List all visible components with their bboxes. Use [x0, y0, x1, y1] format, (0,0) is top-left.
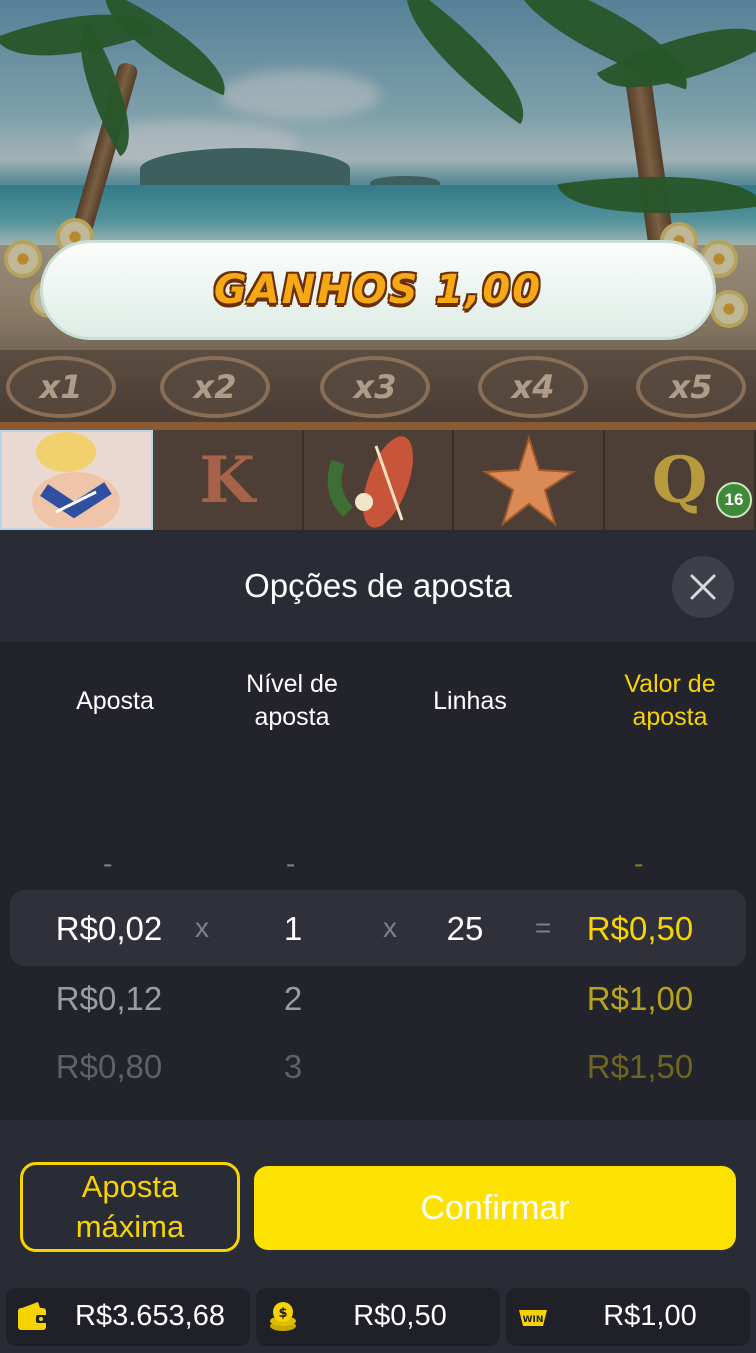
- wallet-icon: [18, 1302, 48, 1330]
- max-bet-button[interactable]: Aposta máxima: [20, 1162, 240, 1252]
- confirm-button[interactable]: Confirmar: [254, 1166, 736, 1250]
- panel-header: Opções de aposta: [0, 530, 756, 642]
- close-button[interactable]: [672, 556, 734, 618]
- bet-options-panel: Opções de aposta Aposta Nível de aposta …: [0, 530, 756, 1353]
- selected-total-value: R$0,50: [586, 910, 694, 947]
- option-total-value: R$1,00: [586, 980, 694, 1017]
- selected-lines-value: 25: [446, 910, 484, 947]
- option-bet-value[interactable]: R$0,12: [56, 980, 162, 1018]
- multiply-sign: x: [383, 912, 397, 943]
- placeholder-dash: -: [634, 848, 644, 879]
- win-value: R$1,00: [603, 1300, 697, 1332]
- q-symbol-icon: Q: [651, 442, 708, 518]
- win-banner: GANHOS 1,00: [40, 240, 716, 340]
- selected-bet-row[interactable]: R$0,02 x 1 x 25 = R$0,50: [10, 890, 746, 966]
- multiplier-x2: x2: [160, 356, 270, 418]
- column-header-level: Nível de aposta: [246, 670, 338, 731]
- close-icon: [690, 574, 716, 600]
- option-level-value[interactable]: 3: [284, 1048, 302, 1086]
- status-bar: R$3.653,68 $ R$0,50 WIN R$1,00: [0, 1288, 756, 1353]
- coins-icon: $: [270, 1302, 296, 1331]
- balance-chip: R$3.653,68: [6, 1288, 250, 1346]
- game-scene: GANHOS 1,00 x1 x2 x3 x4 x5 K Q 16: [0, 0, 756, 530]
- selected-level-value: 1: [283, 910, 303, 947]
- reel-row: K Q 16: [0, 430, 756, 530]
- win-icon: WIN: [519, 1310, 547, 1326]
- reel-frame: [0, 422, 756, 430]
- reel-symbol-surfer-girl: [0, 430, 153, 530]
- reel-symbol-starfish: [454, 430, 606, 530]
- multiplier-x5: x5: [636, 356, 746, 418]
- starfish-icon: [481, 434, 576, 527]
- bet-value: R$0,50: [353, 1300, 447, 1332]
- column-header-bet: Aposta: [76, 687, 154, 715]
- bet-chip: $ R$0,50: [256, 1288, 500, 1346]
- option-total-value: R$1,50: [586, 1048, 694, 1085]
- equals-sign: =: [534, 912, 552, 943]
- reel-symbol-q: Q 16: [605, 430, 756, 530]
- multiply-sign: x: [195, 912, 209, 943]
- option-bet-value[interactable]: R$0,80: [56, 1048, 162, 1086]
- surfer-girl-icon: [32, 432, 121, 528]
- win-icon-text: WIN: [523, 1315, 544, 1325]
- multiplier-x1: x1: [6, 356, 116, 418]
- max-bet-label-line1: Aposta: [81, 1169, 179, 1204]
- max-bet-label-line2: máxima: [75, 1209, 185, 1244]
- reel-symbol-surfboard: [303, 430, 455, 530]
- placeholder-dash: -: [103, 848, 113, 879]
- svg-text:$: $: [278, 1306, 287, 1321]
- selected-bet-value: R$0,02: [55, 910, 163, 947]
- column-header-value: Valor de aposta: [624, 670, 716, 731]
- reel-symbol-k: K: [152, 430, 304, 530]
- surfboard-icon: [327, 436, 413, 528]
- panel-title: Opções de aposta: [244, 567, 512, 604]
- multiplier-x4: x4: [478, 356, 588, 418]
- bet-picker[interactable]: Aposta Nível de aposta Linhas Valor de a…: [0, 642, 756, 1120]
- placeholder-dash: -: [286, 848, 296, 879]
- win-banner-text: GANHOS 1,00: [213, 267, 543, 313]
- multiplier-x3: x3: [320, 356, 430, 418]
- balance-value: R$3.653,68: [75, 1300, 225, 1332]
- k-symbol-icon: K: [199, 442, 255, 518]
- option-level-value[interactable]: 2: [284, 980, 302, 1018]
- win-chip: WIN R$1,00: [506, 1288, 750, 1346]
- column-header-lines: Linhas: [433, 687, 507, 715]
- multiplier-row: x1 x2 x3 x4 x5: [0, 350, 756, 422]
- symbol-count-badge: 16: [715, 482, 752, 518]
